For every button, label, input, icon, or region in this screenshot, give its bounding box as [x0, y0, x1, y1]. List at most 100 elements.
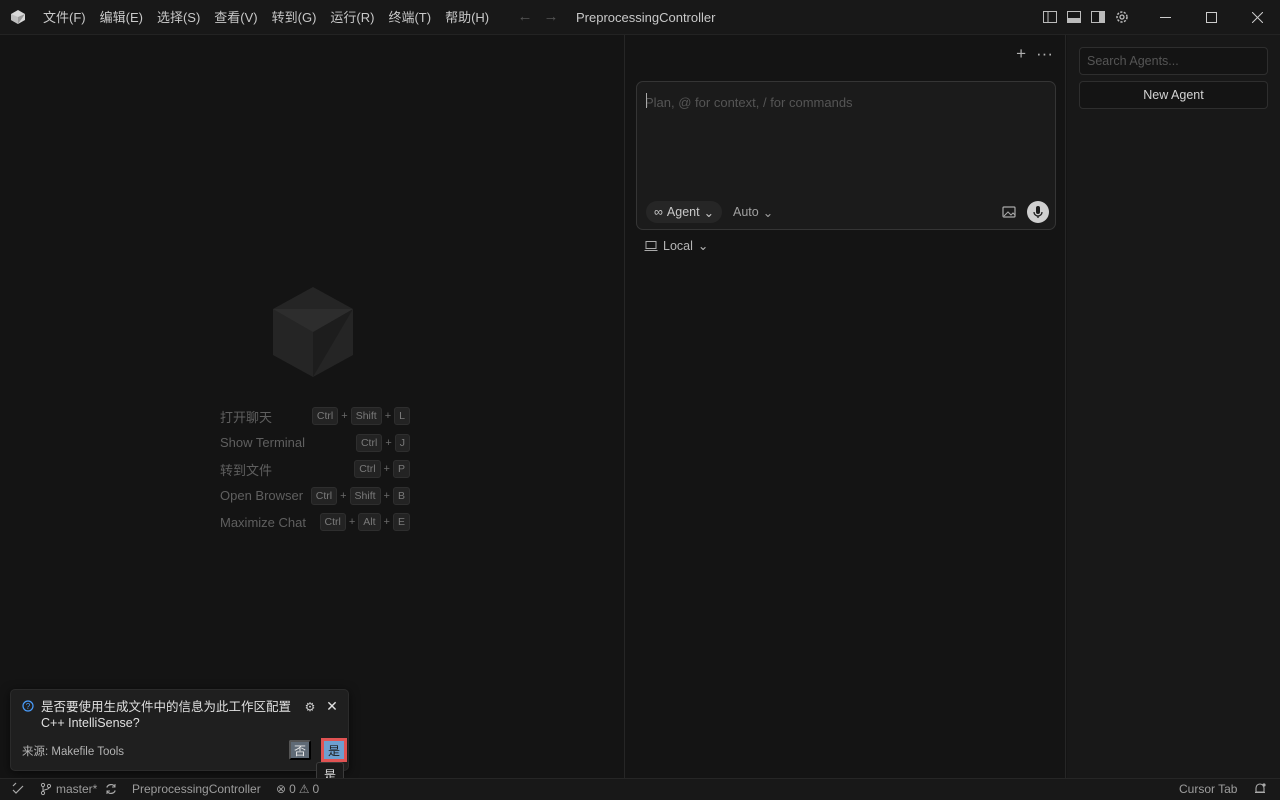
environment-selector[interactable]: Local ⌄ — [644, 238, 708, 253]
search-agents-input[interactable] — [1079, 47, 1268, 75]
model-label: Auto — [733, 205, 759, 219]
chat-composer: ∞ Agent ⌄ Auto ⌄ — [636, 81, 1056, 230]
shortcut-label: 转到文件 — [220, 462, 273, 478]
cursor-logo-icon — [11, 10, 25, 24]
problems-indicator[interactable]: ⊗ 0 ⚠ 0 — [276, 782, 319, 796]
key-cap: P — [392, 460, 410, 479]
text-caret — [646, 93, 647, 108]
shortcut-keys: Ctrl + Shift + L — [311, 407, 410, 426]
cursor-watermark-logo-icon — [273, 287, 353, 377]
shortcut-label: 打开聊天 — [220, 409, 273, 425]
forward-arrow-icon[interactable]: → — [542, 9, 560, 25]
model-selector[interactable]: Auto ⌄ — [733, 201, 773, 223]
key-cap: B — [392, 486, 410, 505]
maximize-icon[interactable] — [1188, 0, 1234, 35]
toggle-secondary-sidebar-icon[interactable] — [1090, 9, 1106, 25]
notification-message: 是否要使用生成文件中的信息为此工作区配置 C++ IntelliSense? — [41, 700, 292, 730]
key-cap: L — [394, 407, 410, 426]
menu-selection[interactable]: 选择(S) — [150, 0, 207, 35]
menu-file[interactable]: 文件(F) — [36, 0, 93, 35]
menu-edit[interactable]: 编辑(E) — [93, 0, 150, 35]
menu-help[interactable]: 帮助(H) — [438, 0, 496, 35]
toggle-panel-icon[interactable] — [1066, 9, 1082, 25]
shortcut-keys: Ctrl + P — [354, 460, 410, 479]
notification-toast: ? 是否要使用生成文件中的信息为此工作区配置 C++ IntelliSense?… — [10, 689, 349, 771]
key-cap: Alt — [358, 513, 381, 532]
key-cap: Ctrl — [319, 513, 346, 532]
chat-input[interactable] — [645, 90, 1045, 114]
agents-panel: New Agent — [1067, 35, 1280, 778]
notification-bell-icon[interactable] — [1253, 782, 1267, 796]
shortcut-label: Maximize Chat — [220, 514, 306, 530]
back-arrow-icon[interactable]: ← — [516, 9, 534, 25]
key-plus: + — [341, 410, 348, 423]
sync-icon[interactable] — [104, 782, 118, 796]
remote-connection-icon[interactable] — [11, 782, 25, 796]
settings-gear-icon[interactable] — [1114, 9, 1130, 25]
notification-settings-gear-icon[interactable]: ⚙ — [303, 700, 317, 714]
warning-icon: ⚠ — [298, 782, 310, 796]
shortcut-list: 打开聊天 Ctrl + Shift + L Show Terminal Ctrl… — [220, 403, 410, 536]
shortcut-label: Open Browser — [220, 488, 304, 504]
key-cap: J — [394, 433, 410, 452]
key-cap: E — [392, 513, 410, 532]
key-cap: Shift — [349, 486, 381, 505]
key-plus: + — [348, 516, 356, 529]
error-icon: ⊗ — [276, 782, 287, 796]
shortcut-label: Show Terminal — [220, 435, 306, 451]
key-plus: + — [383, 516, 390, 529]
key-plus: + — [340, 489, 347, 502]
key-cap: Shift — [350, 407, 382, 426]
key-plus: + — [385, 436, 392, 449]
key-plus: + — [383, 489, 390, 502]
menu-view[interactable]: 查看(V) — [207, 0, 264, 35]
shortcut-keys: Ctrl + Alt + E — [319, 513, 410, 532]
project-name[interactable]: PreprocessingController — [132, 782, 261, 796]
layout-controls — [1042, 9, 1130, 25]
shortcut-keys: Ctrl + J — [355, 433, 410, 452]
menu-run[interactable]: 运行(R) — [323, 0, 381, 35]
minimize-icon[interactable] — [1142, 0, 1188, 35]
new-agent-button[interactable]: New Agent — [1079, 81, 1268, 109]
key-plus: + — [384, 410, 392, 423]
laptop-icon — [644, 240, 658, 251]
shortcut-row[interactable]: 转到文件 Ctrl + P — [220, 456, 410, 483]
chevron-down-icon: ⌄ — [703, 205, 715, 220]
new-chat-plus-icon[interactable]: + — [1016, 44, 1026, 64]
key-plus: + — [383, 463, 390, 476]
microphone-button[interactable] — [1027, 201, 1049, 223]
microphone-icon — [1033, 206, 1043, 218]
shortcut-row[interactable]: Maximize Chat Ctrl + Alt + E — [220, 509, 410, 536]
more-options-ellipsis-icon[interactable]: ··· — [1036, 44, 1053, 64]
editor-area: 打开聊天 Ctrl + Shift + L Show Terminal Ctrl… — [0, 35, 625, 778]
navigation-arrows: ← → — [516, 9, 560, 25]
chevron-down-icon: ⌄ — [762, 205, 774, 220]
no-button[interactable]: 否 — [289, 740, 311, 760]
git-branch-indicator[interactable]: master* — [40, 782, 97, 796]
title-bar: 文件(F) 编辑(E) 选择(S) 查看(V) 转到(G) 运行(R) 终端(T… — [0, 0, 1280, 35]
toggle-primary-sidebar-icon[interactable] — [1042, 9, 1058, 25]
attach-image-icon[interactable] — [1001, 204, 1017, 220]
window-controls — [1142, 0, 1280, 35]
infinity-icon: ∞ — [654, 205, 663, 219]
shortcut-row[interactable]: Open Browser Ctrl + Shift + B — [220, 483, 410, 510]
chat-header-actions: + ··· — [1016, 44, 1053, 64]
environment-label: Local — [663, 238, 693, 253]
warning-count: 0 — [312, 782, 320, 796]
notification-close-icon[interactable]: ✕ — [325, 698, 339, 714]
cursor-tab-status[interactable]: Cursor Tab — [1179, 782, 1237, 796]
svg-text:?: ? — [26, 702, 31, 711]
close-window-icon[interactable] — [1234, 0, 1280, 35]
key-cap: Ctrl — [355, 433, 383, 452]
yes-button[interactable]: 是 — [321, 738, 347, 762]
shortcut-row[interactable]: 打开聊天 Ctrl + Shift + L — [220, 403, 410, 430]
branch-name: master* — [56, 782, 98, 796]
chat-panel: + ··· ∞ Agent ⌄ Auto ⌄ Local ⌄ — [626, 35, 1066, 778]
mode-label: Agent — [666, 205, 700, 219]
mode-selector[interactable]: ∞ Agent ⌄ — [646, 201, 723, 223]
menu-go[interactable]: 转到(G) — [265, 0, 324, 35]
chevron-down-icon: ⌄ — [697, 239, 709, 253]
shortcut-row[interactable]: Show Terminal Ctrl + J — [220, 430, 410, 457]
error-count: 0 — [289, 782, 296, 796]
menu-terminal[interactable]: 终端(T) — [381, 0, 438, 35]
